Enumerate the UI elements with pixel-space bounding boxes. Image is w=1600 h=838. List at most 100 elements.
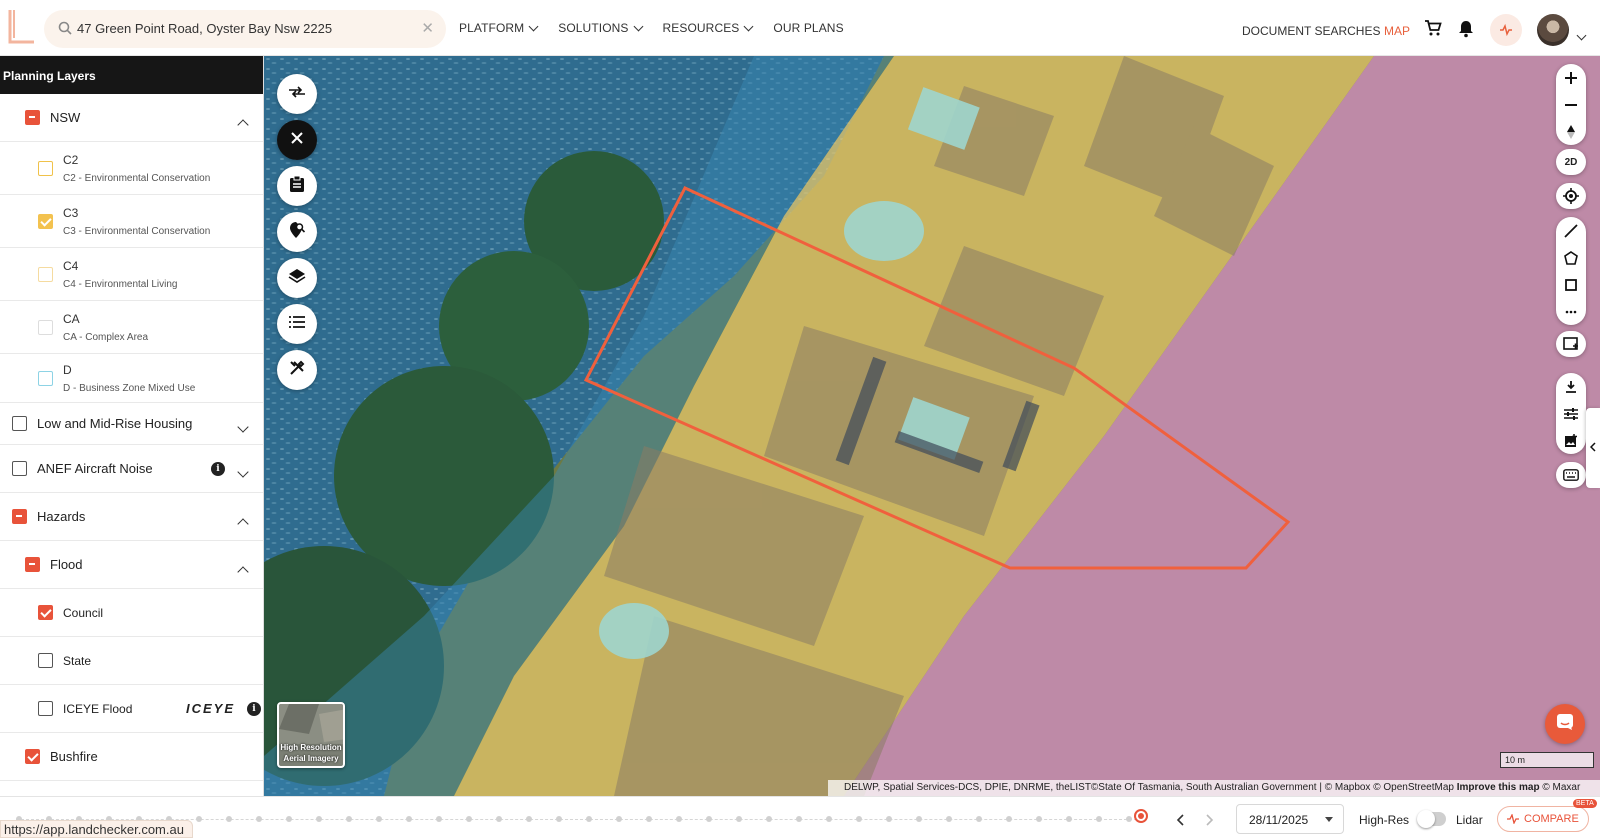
- chevron-right-icon[interactable]: [1206, 813, 1214, 831]
- nav-solutions[interactable]: SOLUTIONS: [558, 21, 643, 35]
- iceye-checkbox[interactable]: [38, 701, 53, 716]
- timeline-dot[interactable]: [616, 816, 622, 822]
- nav-resources[interactable]: RESOURCES: [663, 21, 754, 35]
- zone-row-ca[interactable]: CA CA - Complex Area: [0, 301, 263, 354]
- timeline-dot[interactable]: [466, 816, 472, 822]
- download-icon[interactable]: [1556, 373, 1586, 400]
- layer-flood-council[interactable]: Council: [0, 589, 263, 637]
- chevron-down-icon[interactable]: [237, 463, 249, 481]
- timeline-dot[interactable]: [376, 816, 382, 822]
- zone-c3-checkbox[interactable]: [38, 213, 53, 229]
- image-icon[interactable]: [1556, 427, 1586, 454]
- timeline-dot[interactable]: [856, 816, 862, 822]
- sliders-icon[interactable]: [1556, 400, 1586, 427]
- clear-search-icon[interactable]: ✕: [421, 19, 434, 37]
- nav-platform[interactable]: PLATFORM: [459, 21, 539, 35]
- timeline-dot[interactable]: [316, 816, 322, 822]
- zone-row-d[interactable]: D D - Business Zone Mixed Use: [0, 354, 263, 402]
- timeline-dot[interactable]: [406, 816, 412, 822]
- compass-icon[interactable]: [1556, 118, 1586, 145]
- close-tool[interactable]: [277, 120, 317, 160]
- layer-bushfire[interactable]: Bushfire: [0, 733, 263, 781]
- timeline-dot[interactable]: [496, 816, 502, 822]
- nav-our-plans[interactable]: OUR PLANS: [773, 21, 843, 35]
- timeline-dot[interactable]: [706, 816, 712, 822]
- location-search-tool[interactable]: [277, 212, 317, 252]
- tools-tool[interactable]: [277, 350, 317, 390]
- layer-flood-iceye[interactable]: ICEYE Flood ICEYE i: [0, 685, 263, 733]
- timeline-current-marker[interactable]: [1134, 809, 1148, 823]
- timeline-dot[interactable]: [436, 816, 442, 822]
- timeline-dot[interactable]: [946, 816, 952, 822]
- timeline-dot[interactable]: [256, 816, 262, 822]
- zone-ca-checkbox[interactable]: [38, 319, 53, 335]
- bushfire-checkbox[interactable]: [25, 749, 40, 764]
- map-canvas[interactable]: 2D High Resolution Aerial Imagery 10 m D…: [264, 56, 1600, 796]
- timeline-dot[interactable]: [1066, 816, 1072, 822]
- timeline-dot[interactable]: [1036, 816, 1042, 822]
- nsw-checkbox[interactable]: [25, 110, 40, 125]
- info-icon[interactable]: i: [247, 702, 261, 716]
- timeline-dot[interactable]: [976, 816, 982, 822]
- locate-control[interactable]: [1556, 183, 1586, 209]
- improve-map-link[interactable]: Improve this map: [1457, 782, 1540, 793]
- layer-group-flood[interactable]: Flood: [0, 541, 263, 589]
- basemap-switcher[interactable]: High Resolution Aerial Imagery: [277, 702, 345, 768]
- layer-low-mid-rise-housing[interactable]: Low and Mid-Rise Housing: [0, 402, 263, 445]
- timeline-dot[interactable]: [346, 816, 352, 822]
- sparkle-icon[interactable]: [1490, 14, 1522, 46]
- chat-button[interactable]: [1545, 704, 1585, 744]
- zone-c2-checkbox[interactable]: [38, 160, 53, 176]
- timeline-dot[interactable]: [646, 816, 652, 822]
- layer-group-hazards[interactable]: Hazards: [0, 493, 263, 541]
- keyboard-control[interactable]: [1556, 462, 1586, 488]
- list-tool[interactable]: [277, 304, 317, 344]
- swap-tool[interactable]: [277, 74, 317, 114]
- polygon-icon[interactable]: [1556, 244, 1586, 271]
- timeline-dot[interactable]: [676, 816, 682, 822]
- compare-button[interactable]: COMPARE: [1497, 806, 1589, 832]
- timeline-dot[interactable]: [526, 816, 532, 822]
- layers-tool[interactable]: [277, 258, 317, 298]
- clipboard-tool[interactable]: [277, 166, 317, 206]
- timeline-dot[interactable]: [826, 816, 832, 822]
- imagery-date-select[interactable]: 28/11/2025: [1236, 804, 1344, 834]
- bell-icon[interactable]: [1458, 20, 1474, 43]
- avatar[interactable]: [1537, 14, 1569, 46]
- timeline-dot[interactable]: [736, 816, 742, 822]
- timeline-dot[interactable]: [916, 816, 922, 822]
- council-checkbox[interactable]: [38, 605, 53, 620]
- landchecker-logo[interactable]: [6, 8, 36, 46]
- chevron-down-icon[interactable]: [1576, 26, 1587, 44]
- timeline-dot[interactable]: [586, 816, 592, 822]
- layer-group-nsw[interactable]: NSW: [0, 94, 263, 142]
- collapse-panel-tab[interactable]: [1586, 408, 1600, 488]
- document-searches-link[interactable]: DOCUMENT SEARCHES: [1242, 24, 1380, 38]
- zone-row-c3[interactable]: C3 C3 - Environmental Conservation: [0, 195, 263, 248]
- layer-flood-state[interactable]: State: [0, 637, 263, 685]
- chevron-up-icon[interactable]: [237, 515, 249, 533]
- map-link[interactable]: MAP: [1384, 24, 1410, 38]
- address-search-input[interactable]: 47 Green Point Road, Oyster Bay Nsw 2225…: [44, 10, 446, 48]
- timeline-dot[interactable]: [196, 816, 202, 822]
- flood-checkbox[interactable]: [25, 557, 40, 572]
- zoom-in-icon[interactable]: [1556, 64, 1586, 91]
- chevron-down-icon[interactable]: [237, 418, 249, 436]
- state-checkbox[interactable]: [38, 653, 53, 668]
- timeline-dot[interactable]: [226, 816, 232, 822]
- timeline-dot[interactable]: [286, 816, 292, 822]
- info-icon[interactable]: i: [211, 462, 225, 476]
- measure-line-icon[interactable]: [1556, 217, 1586, 244]
- anef-checkbox[interactable]: [12, 461, 27, 476]
- zoom-out-icon[interactable]: [1556, 91, 1586, 118]
- timeline-dot[interactable]: [556, 816, 562, 822]
- timeline-dot[interactable]: [1006, 816, 1012, 822]
- square-icon[interactable]: [1556, 271, 1586, 298]
- timeline-dot[interactable]: [796, 816, 802, 822]
- view-mode-toggle[interactable]: 2D: [1556, 149, 1586, 175]
- chevron-left-icon[interactable]: [1176, 813, 1184, 831]
- timeline-dot[interactable]: [1126, 816, 1132, 822]
- low-mid-rise-checkbox[interactable]: [12, 416, 27, 431]
- zone-c4-checkbox[interactable]: [38, 266, 53, 282]
- chevron-up-icon[interactable]: [237, 563, 249, 581]
